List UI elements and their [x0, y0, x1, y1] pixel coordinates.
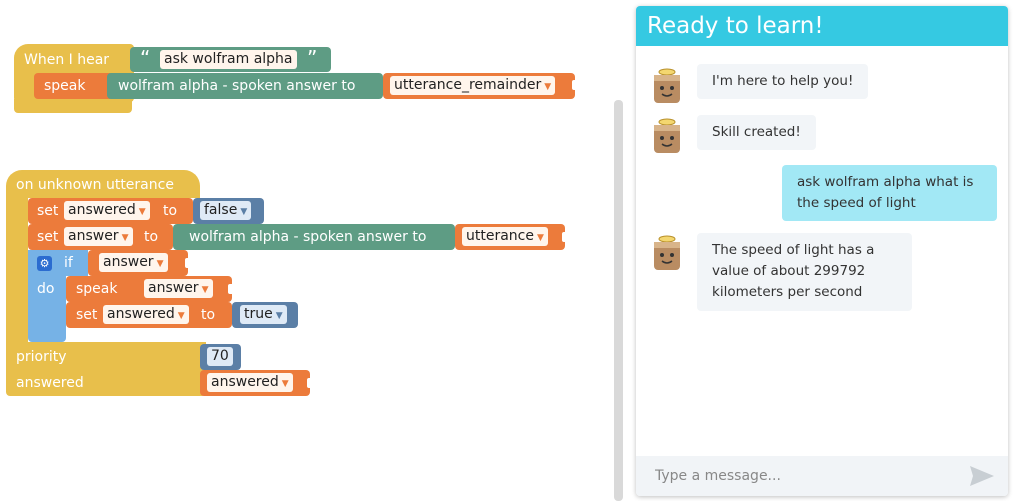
set-label: set: [37, 229, 59, 245]
blocks-workspace[interactable]: When I hear “ ask wolfram alpha ” speak …: [0, 0, 628, 501]
dropdown-arrow-icon: ▼: [275, 311, 283, 321]
do-label: do: [37, 281, 55, 297]
connector-notch: [572, 80, 579, 90]
chat-message-user: ask wolfram alpha what is the speed of l…: [782, 165, 997, 221]
send-icon[interactable]: [969, 465, 995, 487]
open-quote-label: “: [140, 46, 151, 70]
connector-notch: [228, 284, 235, 294]
utterance-var-field[interactable]: utterance ▼: [462, 227, 548, 246]
utterance-remainder-field[interactable]: utterance_remainder ▼: [390, 76, 556, 95]
dropdown-arrow-icon: ▼: [156, 259, 164, 269]
if-label: if: [64, 255, 73, 271]
connector-notch: [185, 258, 192, 268]
true-value-field[interactable]: true ▼: [240, 305, 287, 324]
chat-title: Ready to learn!: [636, 6, 1008, 46]
close-quote-label: ”: [307, 46, 318, 70]
answered-var-field[interactable]: answered ▼: [64, 201, 150, 220]
chat-panel: Ready to learn! I'm here to help you! Sk…: [636, 6, 1008, 496]
answer-var-field[interactable]: answer ▼: [144, 279, 213, 298]
on-unknown-utterance-label: on unknown utterance: [16, 177, 174, 193]
message-input[interactable]: [655, 466, 955, 486]
wolfram-alpha-label: wolfram alpha - spoken answer to: [189, 229, 427, 245]
workspace-scrollbar[interactable]: [614, 100, 623, 501]
priority-value-field[interactable]: 70: [207, 347, 233, 366]
dropdown-arrow-icon: ▼: [240, 207, 248, 217]
answer-condition-field[interactable]: answer ▼: [99, 253, 168, 272]
dropdown-arrow-icon: ▼: [201, 285, 209, 295]
dropdown-arrow-icon: ▼: [544, 82, 552, 92]
bot-avatar-icon: [650, 234, 684, 274]
chat-message-bot: The speed of light has a value of about …: [697, 233, 912, 311]
to-label: to: [163, 203, 178, 219]
bot-avatar-icon: [650, 117, 684, 157]
chat-input-bar: [636, 456, 1008, 496]
speak-label: speak: [44, 78, 86, 94]
set-label: set: [76, 307, 98, 323]
wolfram-alpha-label: wolfram alpha - spoken answer to: [118, 78, 356, 94]
dropdown-arrow-icon: ▼: [536, 233, 544, 243]
bot-avatar-icon: [650, 67, 684, 107]
chat-message-bot: Skill created!: [697, 115, 816, 150]
speak-label: speak: [76, 281, 118, 297]
answered-var-field[interactable]: answered ▼: [103, 305, 189, 324]
priority-label: priority: [16, 349, 67, 365]
answered-label: answered: [16, 375, 84, 391]
dropdown-arrow-icon: ▼: [177, 311, 185, 321]
dropdown-arrow-icon: ▼: [281, 379, 289, 389]
to-label: to: [201, 307, 216, 323]
set-label: set: [37, 203, 59, 219]
connector-notch: [307, 378, 314, 388]
false-value-field[interactable]: false ▼: [200, 201, 252, 220]
dropdown-arrow-icon: ▼: [121, 233, 129, 243]
when-i-hear-label: When I hear: [24, 52, 110, 68]
answered-var-field[interactable]: answered ▼: [207, 373, 293, 392]
answer-var-field[interactable]: answer ▼: [64, 227, 133, 246]
dropdown-arrow-icon: ▼: [138, 207, 146, 217]
chat-message-bot: I'm here to help you!: [697, 64, 869, 99]
phrase-field[interactable]: ask wolfram alpha: [160, 50, 297, 69]
to-label: to: [144, 229, 159, 245]
gear-icon[interactable]: ⚙: [37, 256, 52, 271]
connector-notch: [562, 232, 569, 242]
